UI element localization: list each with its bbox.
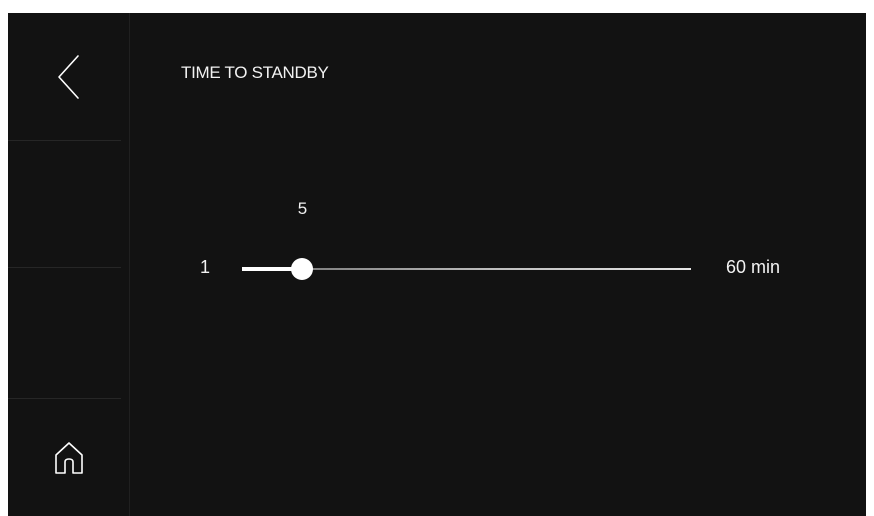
sidebar [8, 13, 130, 516]
slider-max-label: 60 min [726, 257, 781, 277]
standby-settings-screen: TIME TO STANDBY 5 1 60 min [8, 13, 866, 516]
sidebar-empty-slot [8, 268, 129, 398]
chevron-left-icon [57, 54, 81, 100]
standby-time-slider[interactable]: 5 1 60 min [188, 193, 828, 303]
slider-value-label: 5 [297, 199, 308, 218]
home-button[interactable] [8, 399, 129, 516]
home-icon [52, 440, 86, 476]
sidebar-empty-slot [8, 141, 129, 267]
back-button[interactable] [8, 13, 129, 140]
slider-min-label: 1 [200, 257, 211, 277]
slider-thumb[interactable] [291, 258, 314, 280]
page-title: TIME TO STANDBY [181, 63, 329, 82]
